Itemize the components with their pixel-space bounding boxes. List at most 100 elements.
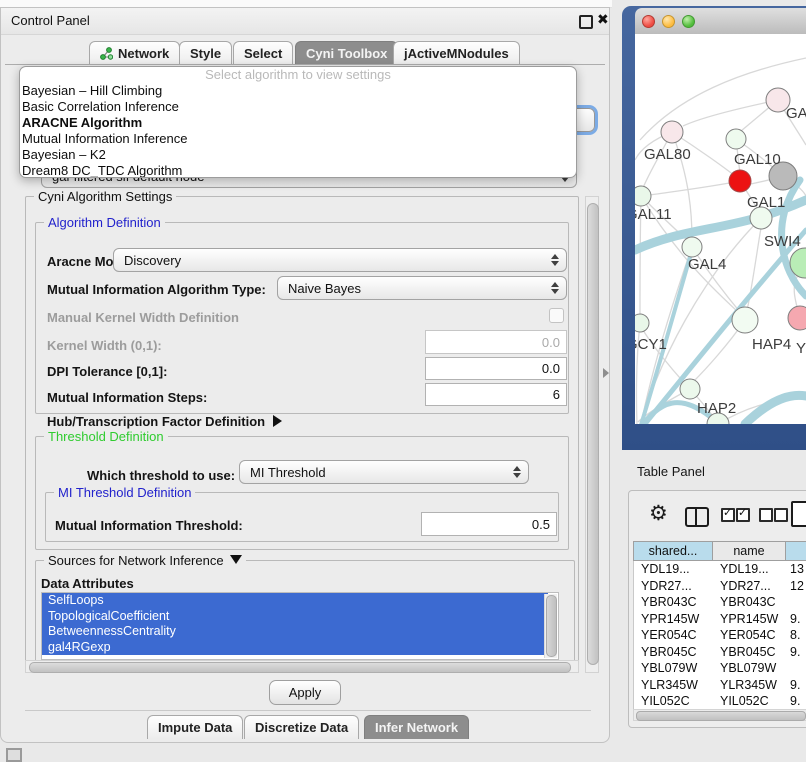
- manual-kernel-checkbox[interactable]: [549, 308, 564, 323]
- table-cell: 9.: [786, 693, 806, 710]
- close-traffic-light[interactable]: [642, 15, 655, 28]
- network-node[interactable]: [732, 307, 758, 333]
- table-cell: YLR345W: [713, 677, 786, 694]
- algorithm-option-aracne-algorithm[interactable]: ARACNE Algorithm: [20, 115, 576, 131]
- table-body: YDL19...YDL19...13YDR27...YDR27...12YBR0…: [633, 561, 806, 710]
- algorithm-option-bayesian-k2[interactable]: Bayesian – K2: [20, 147, 576, 163]
- zoom-traffic-light[interactable]: [682, 15, 695, 28]
- group-title: Cyni Algorithm Settings: [34, 189, 176, 204]
- float-window-icon[interactable]: [579, 15, 593, 29]
- table-horizontal-scrollbar[interactable]: [633, 709, 806, 721]
- network-view-window[interactable]: GALGAL80GAL10GAL1GAL11SWI4GAL4GCY1HAP4YH…: [622, 6, 806, 450]
- column-header-name[interactable]: name: [712, 542, 785, 560]
- table-cell: YPR145W: [713, 611, 786, 628]
- checked-box-icon[interactable]: ✓: [736, 508, 750, 522]
- table-row[interactable]: YLR345WYLR345W9.: [634, 677, 806, 694]
- table-row[interactable]: YBL079WYBL079W: [634, 660, 806, 677]
- settings-horizontal-scrollbar[interactable]: [25, 660, 579, 673]
- network-window-titlebar[interactable]: [635, 8, 806, 35]
- mi-threshold-label: Mutual Information Threshold:: [55, 518, 243, 533]
- unchecked-box-icon[interactable]: [774, 508, 788, 522]
- aracne-mode-combobox[interactable]: Discovery: [113, 248, 567, 272]
- bottom-tab-bar: Impute Data Discretize DataInfer Network: [1, 715, 609, 740]
- network-node[interactable]: [635, 314, 649, 332]
- table-cell: YIL052C: [634, 693, 713, 710]
- algorithm-option-mutual-information-inference[interactable]: Mutual Information Inference: [20, 131, 576, 147]
- network-node[interactable]: [726, 129, 746, 149]
- table-cell: YBR043C: [634, 594, 713, 611]
- attribute-item-selfloops[interactable]: SelfLoops: [42, 593, 548, 609]
- table-row[interactable]: YDL19...YDL19...13: [634, 561, 806, 578]
- panel-title: Control Panel: [11, 13, 90, 28]
- which-threshold-combobox[interactable]: MI Threshold: [239, 460, 529, 484]
- unchecked-box-icon[interactable]: [759, 508, 773, 522]
- table-row[interactable]: YER054CYER054C8.: [634, 627, 806, 644]
- table-row[interactable]: YBR043CYBR043C: [634, 594, 806, 611]
- hub-definition-toggle[interactable]: Hub/Transcription Factor Definition: [47, 414, 282, 429]
- table-row[interactable]: YIL052CYIL052C9.: [634, 693, 806, 710]
- tab-select[interactable]: Select: [233, 41, 293, 65]
- table-cell: 9.: [786, 611, 806, 628]
- close-icon[interactable]: ✖: [597, 11, 609, 28]
- node-label-hap4: HAP4: [752, 336, 791, 353]
- sources-toggle[interactable]: Sources for Network Inference: [44, 553, 246, 568]
- network-canvas[interactable]: GALGAL80GAL10GAL1GAL11SWI4GAL4GCY1HAP4YH…: [635, 34, 806, 424]
- table-cell: YLR345W: [634, 677, 713, 694]
- column-header-a[interactable]: A: [785, 542, 806, 560]
- table-cell: [786, 660, 806, 677]
- table-row[interactable]: YBR045CYBR045C9.: [634, 644, 806, 661]
- dock-mini-icon[interactable]: [6, 748, 22, 762]
- network-edge-thick: [745, 395, 806, 424]
- algorithm-dropdown-popup: Select algorithm to view settings Bayesi…: [19, 66, 577, 178]
- network-node[interactable]: [680, 379, 700, 399]
- dpi-tolerance-field[interactable]: 0.0: [425, 357, 567, 380]
- network-node[interactable]: [682, 237, 702, 257]
- tab-network[interactable]: Network: [89, 41, 180, 65]
- mi-type-combobox[interactable]: Naive Bayes: [277, 276, 567, 300]
- gear-icon[interactable]: ⚙: [649, 503, 668, 524]
- mi-type-value: Naive Bayes: [288, 281, 361, 296]
- split-columns-icon[interactable]: [685, 507, 709, 527]
- table-cell: 9.: [786, 677, 806, 694]
- algorithm-option-bayesian-hill-climbing[interactable]: Bayesian – Hill Climbing: [20, 83, 576, 99]
- tab-cyni-toolbox[interactable]: Cyni Toolbox: [295, 41, 398, 65]
- attribute-item-betweennesscentrality[interactable]: BetweennessCentrality: [42, 624, 548, 640]
- manual-kernel-label: Manual Kernel Width Definition: [47, 310, 239, 325]
- settings-vertical-scrollbar[interactable]: [585, 196, 599, 673]
- table-row[interactable]: YPR145WYPR145W9.: [634, 611, 806, 628]
- algorithm-option-dream8-dc-tdc-algorithm[interactable]: Dream8 DC_TDC Algorithm: [20, 163, 576, 178]
- table-cell: YBL079W: [713, 660, 786, 677]
- table-cell: [786, 594, 806, 611]
- attributes-scrollbar[interactable]: [544, 594, 557, 658]
- document-icon[interactable]: [791, 501, 806, 527]
- tab-jactivemnodules[interactable]: jActiveMNodules: [393, 41, 520, 65]
- mi-steps-field[interactable]: 6: [425, 383, 567, 406]
- network-node[interactable]: [635, 186, 651, 206]
- dpi-tolerance-value: 0.0: [542, 361, 560, 376]
- bottom-tab-discretize-data[interactable]: Discretize Data: [244, 715, 359, 739]
- table-row[interactable]: YDR27...YDR27...12: [634, 578, 806, 595]
- table-cell: YPR145W: [634, 611, 713, 628]
- node-label-gal80: GAL80: [644, 146, 691, 163]
- mi-threshold-field[interactable]: 0.5: [421, 512, 557, 536]
- kernel-width-field[interactable]: 0.0: [425, 330, 567, 354]
- table-cell: 12: [786, 578, 806, 595]
- column-header-shared[interactable]: shared...: [633, 542, 712, 560]
- algorithm-option-basic-correlation-inference[interactable]: Basic Correlation Inference: [20, 99, 576, 115]
- attribute-item-gal4rgexp[interactable]: gal4RGexp: [42, 640, 548, 656]
- application-screen: Control Panel ✖ NetworkStyleSelectCyni T…: [0, 0, 806, 762]
- tab-style[interactable]: Style: [179, 41, 232, 65]
- tab-label: Impute Data: [158, 720, 232, 735]
- mi-threshold-value: 0.5: [532, 517, 550, 532]
- table-cell: YBR043C: [713, 594, 786, 611]
- network-node[interactable]: [661, 121, 683, 143]
- attribute-item-topologicalcoefficient[interactable]: TopologicalCoefficient: [42, 609, 548, 625]
- bottom-tab-impute-data[interactable]: Impute Data: [147, 715, 243, 739]
- network-node[interactable]: [729, 170, 751, 192]
- minimize-traffic-light[interactable]: [662, 15, 675, 28]
- bottom-tab-infer-network[interactable]: Infer Network: [364, 715, 469, 739]
- checked-box-icon[interactable]: ✓: [721, 508, 735, 522]
- network-node[interactable]: [788, 306, 806, 330]
- splitpane-arrow-icon[interactable]: [603, 368, 609, 378]
- apply-button[interactable]: Apply: [269, 680, 341, 705]
